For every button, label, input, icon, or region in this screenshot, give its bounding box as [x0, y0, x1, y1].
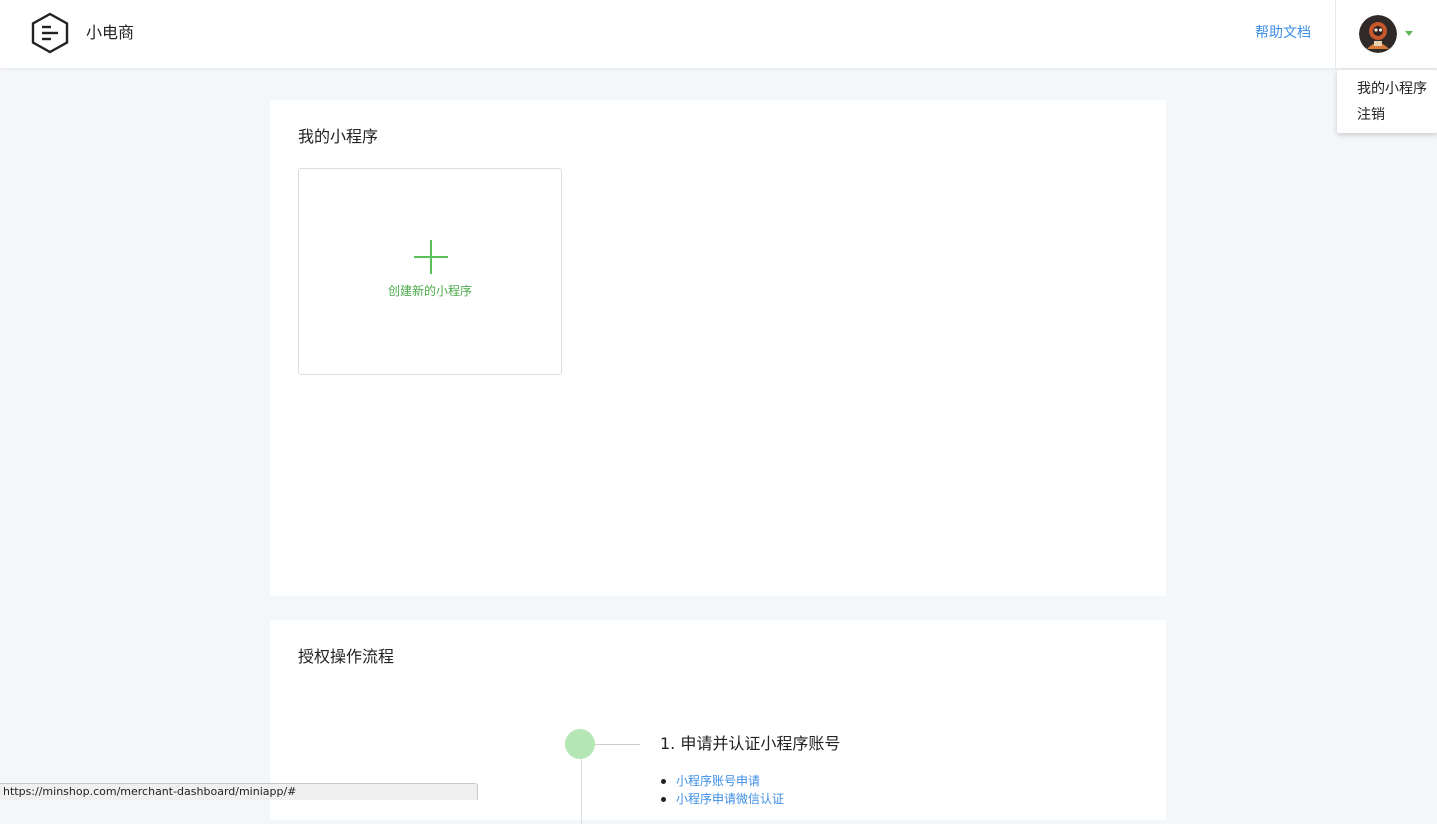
- logo-icon[interactable]: [29, 12, 71, 54]
- help-docs-link[interactable]: 帮助文档: [1255, 23, 1311, 43]
- create-miniapp-button[interactable]: 创建新的小程序: [298, 168, 562, 375]
- menu-item-logout[interactable]: 注销: [1357, 105, 1385, 125]
- user-dropdown-menu: 我的小程序 注销: [1337, 70, 1437, 133]
- section-title: 授权操作流程: [298, 647, 395, 666]
- section-title: 我的小程序: [298, 127, 379, 146]
- miniapp-wechat-verify-link[interactable]: 小程序申请微信认证: [660, 790, 784, 808]
- create-miniapp-label: 创建新的小程序: [387, 284, 472, 298]
- step-link-list: 小程序账号申请 小程序申请微信认证: [660, 772, 784, 808]
- top-header: 小电商 帮助文档: [0, 0, 1437, 68]
- miniapp-account-apply-link[interactable]: 小程序账号申请: [660, 772, 784, 790]
- header-divider: [1335, 0, 1336, 68]
- step-marker: [565, 729, 595, 759]
- plus-icon: [414, 240, 448, 274]
- user-avatar[interactable]: [1359, 15, 1397, 53]
- my-miniapps-card: 我的小程序 创建新的小程序: [270, 100, 1166, 596]
- step-title: 1. 申请并认证小程序账号: [660, 734, 841, 753]
- menu-item-my-miniapps[interactable]: 我的小程序: [1357, 79, 1427, 99]
- avatar-image: [1359, 15, 1397, 53]
- brand-name[interactable]: 小电商: [86, 22, 134, 44]
- browser-status-bar: https://minshop.com/merchant-dashboard/m…: [0, 783, 478, 800]
- chevron-down-icon[interactable]: [1405, 31, 1413, 36]
